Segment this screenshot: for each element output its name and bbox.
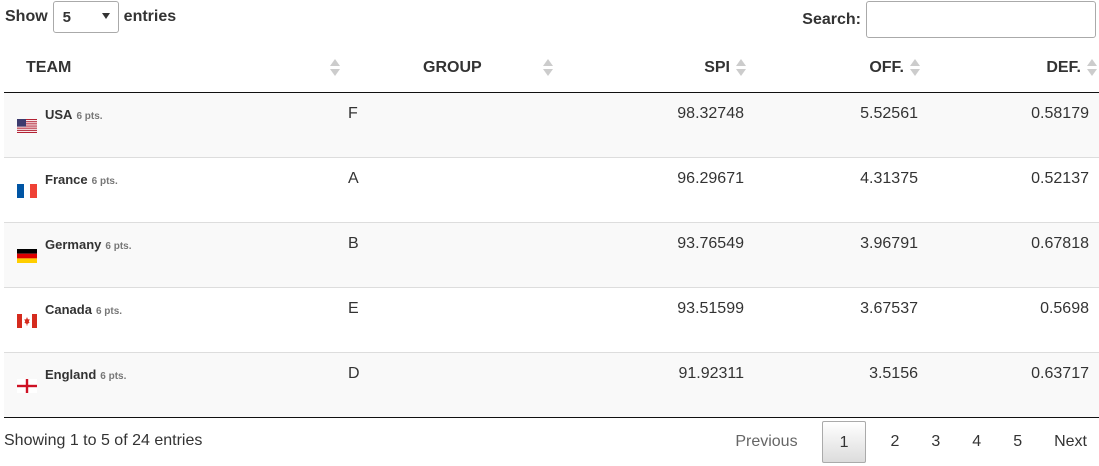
- sort-icon: [736, 59, 746, 77]
- column-header-def[interactable]: DEF.: [922, 46, 1099, 93]
- column-header-team[interactable]: TEAM: [4, 46, 344, 93]
- team-name: France 6 pts.: [45, 171, 118, 187]
- page-button-5[interactable]: 5: [997, 421, 1038, 463]
- team-cell: Canada 6 pts.: [4, 287, 344, 352]
- team-points: 6 pts.: [95, 305, 123, 317]
- sort-icon: [543, 59, 553, 77]
- def-cell: 0.67818: [1031, 234, 1089, 252]
- group-cell: F: [348, 104, 358, 122]
- sort-icon: [330, 59, 340, 77]
- def-cell: 0.58179: [1031, 104, 1089, 122]
- page-button-4[interactable]: 4: [956, 421, 997, 463]
- usa-flag-icon: [17, 118, 37, 133]
- sort-icon: [1087, 59, 1097, 77]
- off-cell: 3.96791: [860, 234, 918, 252]
- team-points: 6 pts.: [105, 240, 132, 252]
- table-row: Germany 6 pts. B 93.76549 3.96791 0.67818: [4, 222, 1099, 287]
- table-header-row: TEAM GROUP SPI OFF. DEF.: [4, 46, 1099, 93]
- team-points: 6 pts.: [76, 110, 103, 122]
- team-name: USA 6 pts.: [45, 106, 103, 122]
- search-control: Search:: [802, 1, 1096, 38]
- group-cell: B: [348, 234, 359, 252]
- germany-flag-icon: [17, 248, 37, 263]
- entries-select[interactable]: 5: [52, 1, 119, 33]
- entries-select-value: 5: [62, 8, 72, 26]
- spi-cell: 98.32748: [677, 104, 744, 122]
- group-cell: D: [348, 364, 360, 382]
- def-cell: 0.5698: [1040, 299, 1089, 317]
- entries-label: entries: [123, 8, 177, 25]
- column-header-spi[interactable]: SPI: [558, 46, 748, 93]
- length-control: Show 5 entries: [5, 1, 176, 33]
- previous-page-button[interactable]: Previous: [719, 421, 813, 463]
- table-row: England 6 pts. D 91.92311 3.5156 0.63717: [4, 352, 1099, 417]
- team-points: 6 pts.: [100, 370, 127, 382]
- chevron-down-icon: [101, 13, 110, 19]
- column-header-group[interactable]: GROUP: [344, 46, 558, 93]
- team-cell: England 6 pts.: [4, 352, 344, 417]
- team-cell: USA 6 pts.: [4, 92, 344, 157]
- page-button-3[interactable]: 3: [915, 421, 956, 463]
- canada-flag-icon: [17, 313, 37, 328]
- team-cell: France 6 pts.: [4, 157, 344, 222]
- search-label: Search:: [802, 10, 861, 28]
- next-page-button[interactable]: Next: [1038, 421, 1091, 463]
- team-name: Germany 6 pts.: [45, 236, 132, 252]
- def-cell: 0.63717: [1031, 364, 1089, 382]
- off-cell: 3.67537: [860, 299, 918, 317]
- off-cell: 5.52561: [860, 104, 918, 122]
- off-cell: 4.31375: [860, 169, 918, 187]
- search-input[interactable]: [866, 1, 1096, 38]
- table-row: USA 6 pts. F 98.32748 5.52561 0.58179: [4, 92, 1099, 157]
- group-cell: E: [348, 299, 359, 317]
- page-button-2[interactable]: 2: [874, 421, 915, 463]
- spi-cell: 93.76549: [677, 234, 744, 252]
- group-cell: A: [348, 169, 359, 187]
- team-cell: Germany 6 pts.: [4, 222, 344, 287]
- table-row: France 6 pts. A 96.29671 4.31375 0.52137: [4, 157, 1099, 222]
- off-cell: 3.5156: [869, 364, 918, 382]
- spi-table: TEAM GROUP SPI OFF. DEF. USA 6 pts. F 98…: [4, 46, 1099, 418]
- def-cell: 0.52137: [1031, 169, 1089, 187]
- sort-icon: [910, 59, 920, 77]
- show-label: Show: [5, 8, 48, 25]
- column-header-off[interactable]: OFF.: [748, 46, 922, 93]
- table-row: Canada 6 pts. E 93.51599 3.67537 0.5698: [4, 287, 1099, 352]
- france-flag-icon: [17, 183, 37, 198]
- team-name: Canada 6 pts.: [45, 301, 123, 317]
- team-name: England 6 pts.: [45, 366, 127, 382]
- table-controls: Show 5 entries Search:: [0, 0, 1099, 44]
- page-button-1[interactable]: 1: [821, 421, 867, 463]
- england-flag-icon: [17, 378, 37, 393]
- spi-cell: 93.51599: [677, 299, 744, 317]
- spi-cell: 96.29671: [677, 169, 744, 187]
- table-info: Showing 1 to 5 of 24 entries: [4, 432, 203, 449]
- team-points: 6 pts.: [91, 175, 118, 187]
- spi-cell: 91.92311: [678, 364, 744, 382]
- pagination: Previous 1 2 3 4 5 Next: [719, 421, 1091, 463]
